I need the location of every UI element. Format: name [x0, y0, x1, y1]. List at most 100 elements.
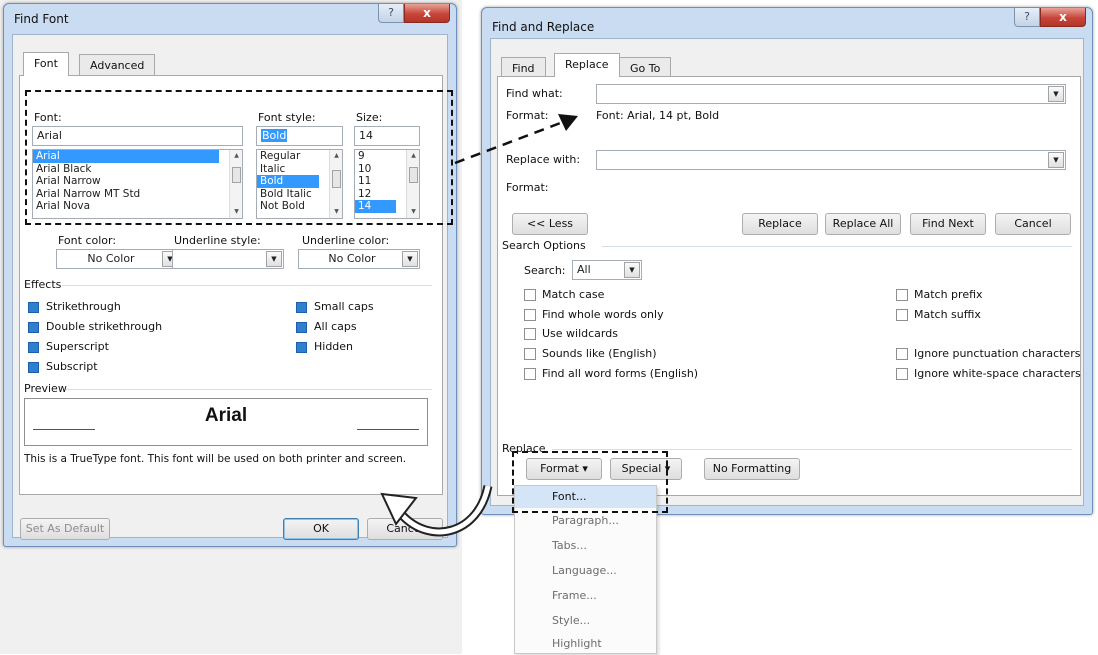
cancel-button[interactable]: Cancel	[367, 518, 443, 540]
chevron-down-icon[interactable]: ▼	[266, 251, 282, 267]
subscript-checkbox[interactable]	[28, 362, 39, 373]
match-case-label: Match case	[542, 288, 605, 301]
search-label: Search:	[524, 264, 566, 277]
wildcards-checkbox[interactable]	[524, 328, 536, 340]
less-button[interactable]: << Less	[512, 213, 588, 235]
match-suffix-label: Match suffix	[914, 308, 981, 321]
format-menu-highlight-box	[512, 451, 668, 513]
find-replace-title: Find and Replace	[492, 20, 595, 34]
close-button[interactable]: x	[404, 4, 450, 23]
close-icon: x	[423, 6, 431, 20]
effects-title: Effects	[24, 278, 62, 291]
strikethrough-checkbox[interactable]	[28, 302, 39, 313]
word-forms-checkbox[interactable]	[524, 368, 536, 380]
search-options-title: Search Options	[502, 239, 586, 252]
double-strikethrough-checkbox[interactable]	[28, 322, 39, 333]
match-prefix-checkbox[interactable]	[896, 289, 908, 301]
find-replace-titlebar[interactable]: Find and Replace ? x	[482, 8, 1092, 38]
search-options-separator	[602, 246, 1072, 247]
search-value: All	[577, 263, 591, 276]
tab-goto-label: Go To	[630, 62, 661, 75]
ignore-punctuation-label: Ignore punctuation characters	[914, 347, 1081, 360]
font-color-select[interactable]: No Color ▼	[56, 249, 180, 269]
ok-button[interactable]: OK	[283, 518, 359, 540]
menu-item-style[interactable]: Style...	[515, 608, 656, 633]
menu-item-tabs[interactable]: Tabs...	[515, 533, 656, 558]
find-replace-dialog: Find and Replace ? x Find Replace Go To …	[481, 7, 1093, 515]
search-select[interactable]: All ▼	[572, 260, 642, 280]
ignore-whitespace-checkbox[interactable]	[896, 368, 908, 380]
find-font-titlebar[interactable]: Find Font ? x	[4, 4, 456, 34]
find-what-input[interactable]: ▼	[596, 84, 1066, 104]
underline-color-value: No Color	[328, 252, 376, 265]
whole-words-label: Find whole words only	[542, 308, 664, 321]
font-color-label: Font color:	[58, 234, 117, 247]
find-format-label: Format:	[506, 109, 549, 122]
tab-advanced[interactable]: Advanced	[79, 54, 156, 76]
hidden-checkbox[interactable]	[296, 342, 307, 353]
replace-button[interactable]: Replace	[742, 213, 818, 235]
help-icon: ?	[1024, 10, 1030, 23]
superscript-label: Superscript	[46, 340, 109, 353]
no-formatting-button[interactable]: No Formatting	[704, 458, 800, 480]
wildcards-label: Use wildcards	[542, 327, 618, 340]
superscript-checkbox[interactable]	[28, 342, 39, 353]
underline-color-label: Underline color:	[302, 234, 390, 247]
find-font-title: Find Font	[14, 12, 69, 26]
ignore-whitespace-label: Ignore white-space characters	[914, 367, 1081, 380]
menu-item-language[interactable]: Language...	[515, 558, 656, 583]
tab-find-label: Find	[512, 62, 535, 75]
match-case-checkbox[interactable]	[524, 289, 536, 301]
small-caps-checkbox[interactable]	[296, 302, 307, 313]
replace-with-label: Replace with:	[506, 153, 581, 166]
close-button[interactable]: x	[1040, 8, 1086, 27]
preview-line-right	[357, 429, 419, 430]
menu-item-highlight[interactable]: Highlight	[515, 633, 656, 655]
tab-font-label: Font	[34, 57, 58, 70]
sounds-like-label: Sounds like (English)	[542, 347, 657, 360]
find-what-label: Find what:	[506, 87, 563, 100]
preview-sample: Arial	[204, 405, 248, 426]
chevron-down-icon[interactable]: ▼	[624, 262, 640, 278]
replace-all-button[interactable]: Replace All	[825, 213, 901, 235]
tab-font[interactable]: Font	[23, 52, 69, 76]
subscript-label: Subscript	[46, 360, 98, 373]
help-button[interactable]: ?	[378, 4, 404, 23]
preview-line-left	[33, 429, 95, 430]
tab-advanced-label: Advanced	[90, 59, 145, 72]
replace-with-input[interactable]: ▼	[596, 150, 1066, 170]
underline-style-select[interactable]: ▼	[172, 249, 284, 269]
font-selection-highlight-box	[25, 90, 453, 225]
find-next-button[interactable]: Find Next	[910, 213, 986, 235]
hidden-label: Hidden	[314, 340, 354, 353]
chevron-down-icon[interactable]: ▼	[1048, 152, 1064, 168]
chevron-down-icon[interactable]: ▼	[402, 251, 418, 267]
find-replace-client: Find Replace Go To Find what: ▼ Format: …	[490, 38, 1084, 506]
close-icon: x	[1059, 10, 1067, 24]
replace-section-separator	[552, 449, 1072, 450]
whole-words-checkbox[interactable]	[524, 309, 536, 321]
find-font-dialog: Find Font ? x Font Advanced Font: Font s…	[3, 3, 457, 547]
match-prefix-label: Match prefix	[914, 288, 983, 301]
underline-color-select[interactable]: No Color ▼	[298, 249, 420, 269]
preview-title: Preview	[24, 382, 67, 395]
preview-separator	[66, 389, 432, 390]
all-caps-label: All caps	[314, 320, 357, 333]
strikethrough-label: Strikethrough	[46, 300, 121, 313]
sounds-like-checkbox[interactable]	[524, 348, 536, 360]
menu-item-frame[interactable]: Frame...	[515, 583, 656, 608]
ignore-punctuation-checkbox[interactable]	[896, 348, 908, 360]
find-format-value: Font: Arial, 14 pt, Bold	[596, 109, 720, 122]
match-suffix-checkbox[interactable]	[896, 309, 908, 321]
cancel-button[interactable]: Cancel	[995, 213, 1071, 235]
help-button[interactable]: ?	[1014, 8, 1040, 27]
effects-separator	[62, 285, 432, 286]
replace-format-label: Format:	[506, 181, 549, 194]
double-strikethrough-label: Double strikethrough	[46, 320, 163, 333]
chevron-down-icon[interactable]: ▼	[1048, 86, 1064, 102]
set-as-default-button[interactable]: Set As Default	[20, 518, 110, 540]
word-forms-label: Find all word forms (English)	[542, 367, 699, 380]
tab-replace-label: Replace	[565, 58, 609, 71]
all-caps-checkbox[interactable]	[296, 322, 307, 333]
tab-replace[interactable]: Replace	[554, 53, 620, 77]
